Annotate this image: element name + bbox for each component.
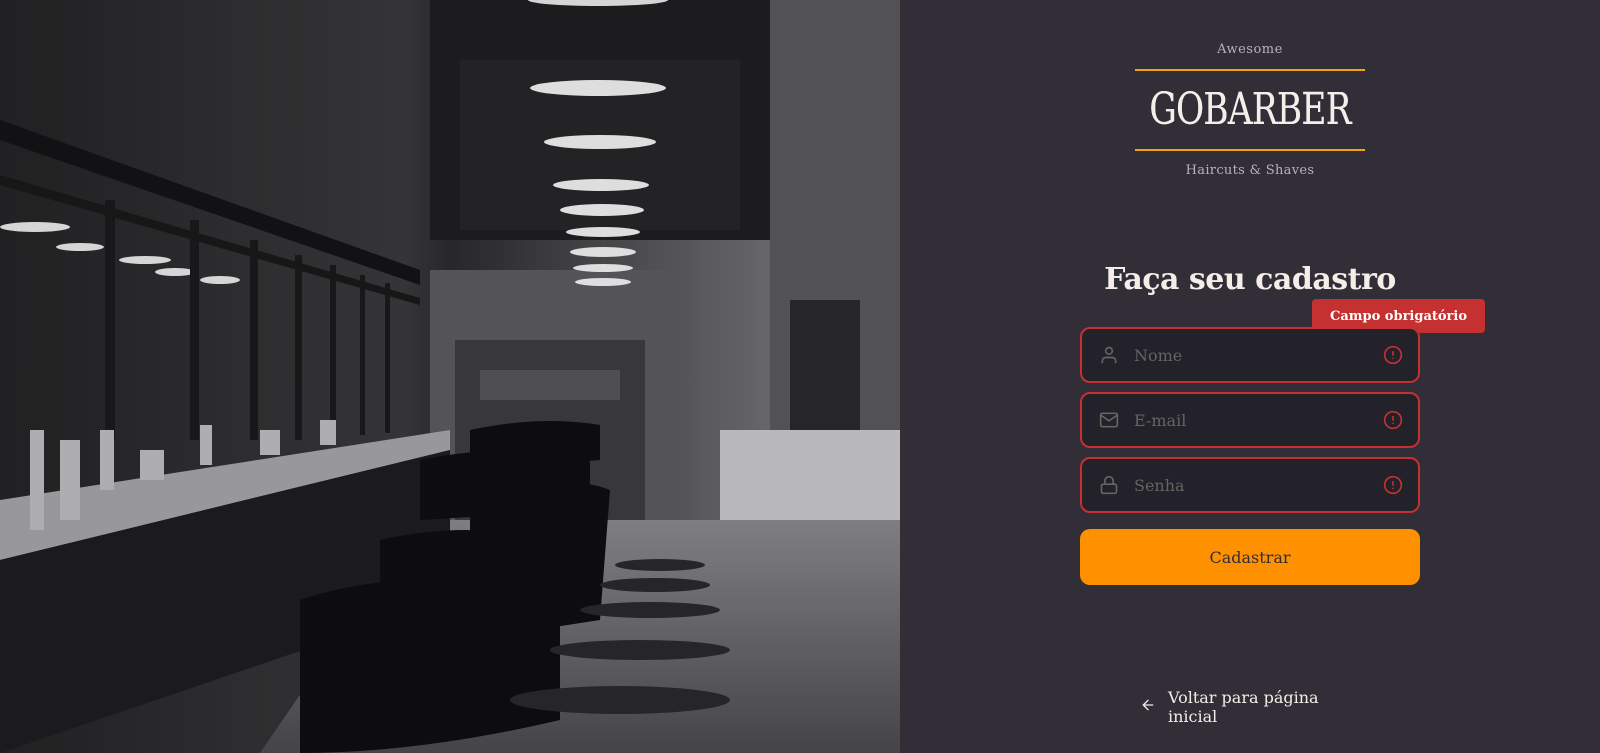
signup-panel: Awesome GOBARBER Haircuts & Shaves Faça … (900, 0, 1600, 753)
page-title: Faça seu cadastro (1104, 262, 1396, 297)
barbershop-background-image (0, 0, 900, 753)
barbershop-illustration (0, 0, 900, 753)
back-link-label: Voltar para página inicial (1168, 688, 1319, 726)
lock-icon (1098, 474, 1120, 496)
signup-button[interactable]: Cadastrar (1080, 529, 1420, 585)
alert-circle-icon[interactable] (1382, 409, 1404, 431)
mail-icon (1098, 409, 1120, 431)
logo-top-text: Awesome (1217, 42, 1283, 57)
password-field[interactable] (1080, 457, 1420, 513)
logo-divider-bottom (1135, 149, 1365, 151)
email-input[interactable] (1134, 394, 1382, 446)
logo-subtitle: Haircuts & Shaves (1185, 163, 1315, 178)
user-icon (1098, 344, 1120, 366)
name-input[interactable] (1134, 329, 1382, 381)
email-field[interactable] (1080, 392, 1420, 448)
logo-wordmark: GOBARBER (1135, 71, 1365, 149)
back-to-home-link[interactable]: Voltar para página inicial (1140, 688, 1360, 726)
name-field[interactable] (1080, 327, 1420, 383)
logo-name: GOBARBER (1149, 84, 1351, 135)
brand-logo: Awesome GOBARBER Haircuts & Shaves (1135, 42, 1365, 178)
password-input[interactable] (1134, 459, 1382, 511)
alert-circle-icon[interactable] (1382, 344, 1404, 366)
alert-circle-icon[interactable] (1382, 474, 1404, 496)
arrow-left-icon (1140, 697, 1156, 717)
